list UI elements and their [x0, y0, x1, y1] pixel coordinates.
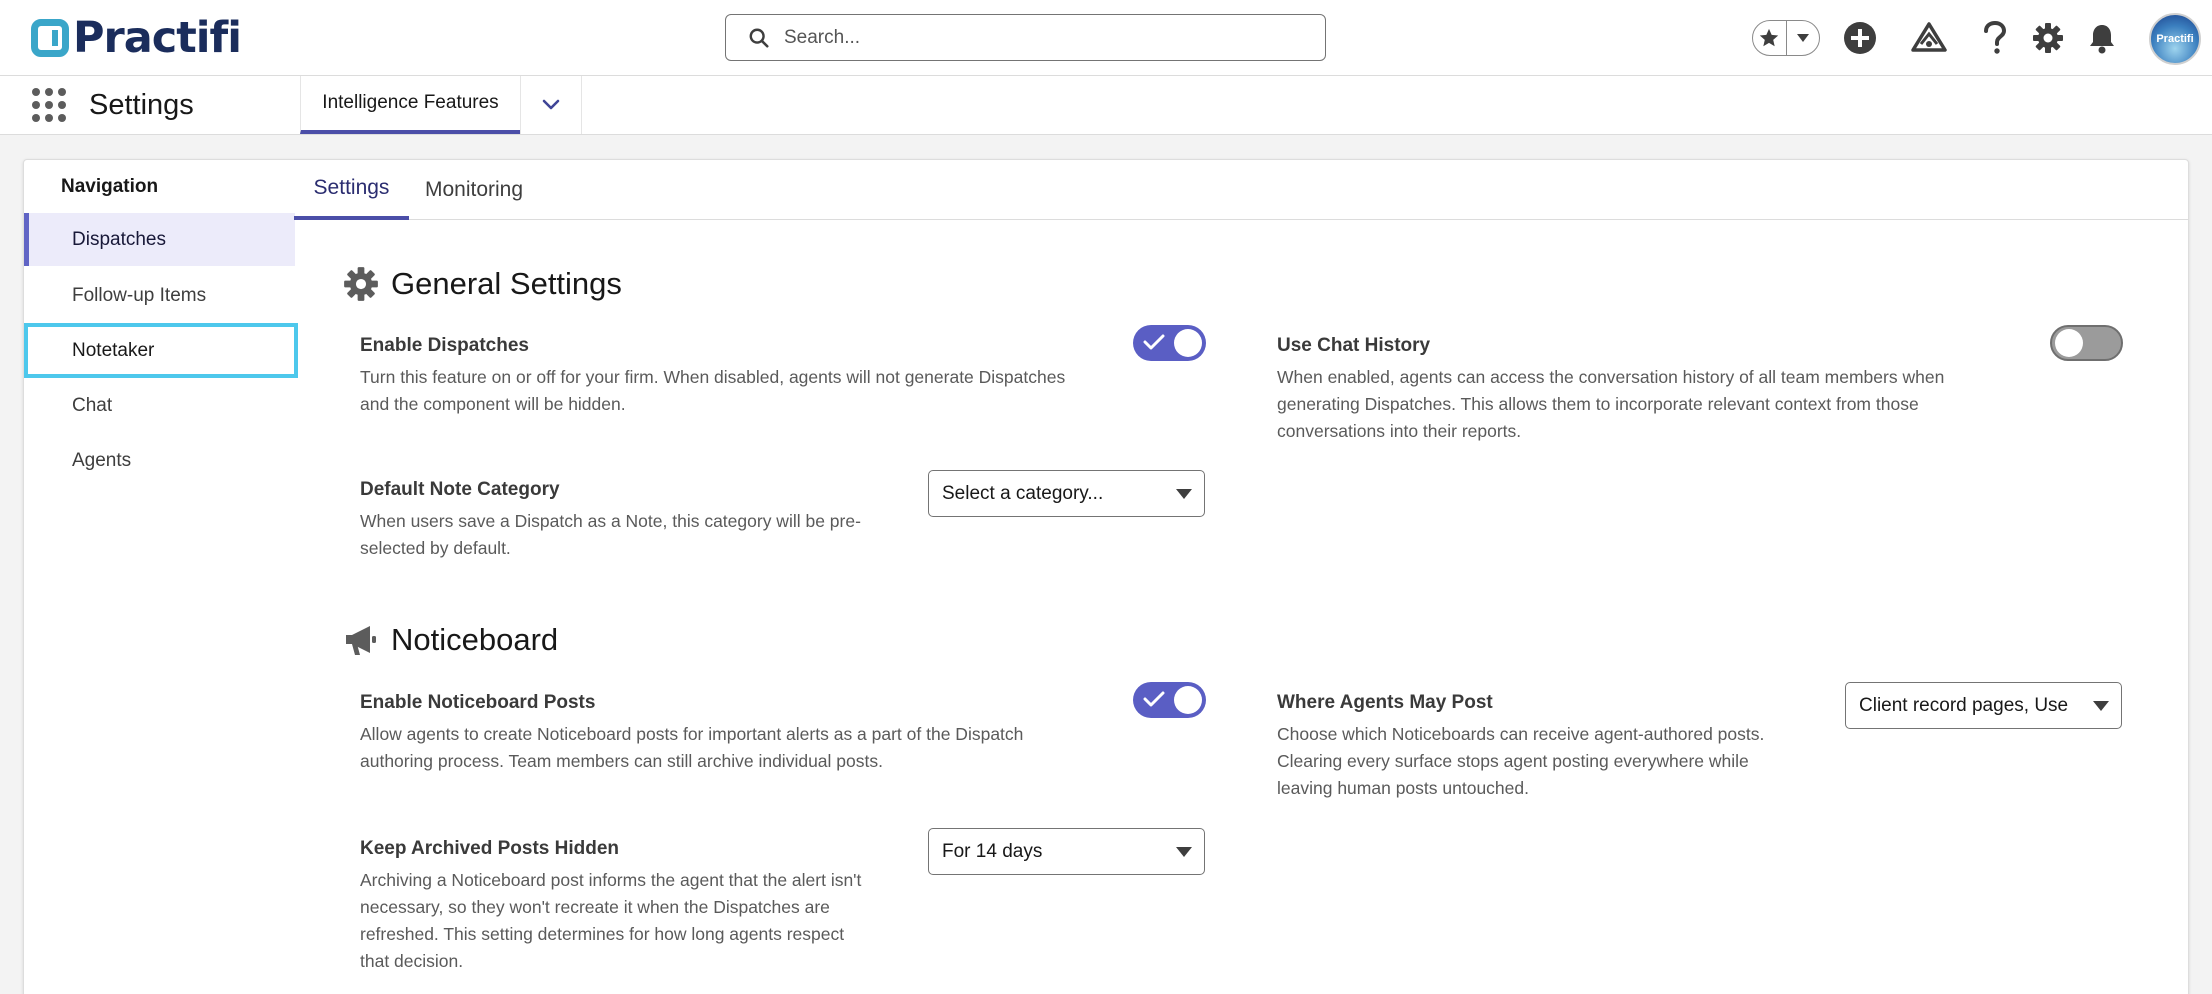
where-agents-may-post-description: Choose which Noticeboards can receive ag…	[1277, 721, 1764, 802]
favorites-dropdown-button[interactable]	[1785, 21, 1819, 55]
checkmark-icon	[1143, 334, 1165, 350]
app-title: Settings	[89, 89, 194, 121]
nav-item-agents[interactable]: Agents	[24, 434, 295, 487]
enable-noticeboard-posts-toggle[interactable]	[1133, 682, 1206, 718]
tab-settings[interactable]: Settings	[294, 160, 409, 220]
user-avatar[interactable]: Practifi	[2149, 13, 2201, 65]
use-chat-history-label: Use Chat History	[1277, 335, 1431, 356]
description-line: leaving human posts untouched.	[1277, 778, 1529, 798]
keep-archived-posts-hidden-description: Archiving a Noticeboard post informs the…	[360, 867, 861, 975]
description-line: Archiving a Noticeboard post informs the…	[360, 870, 862, 890]
setup-button[interactable]	[2028, 18, 2068, 58]
nav-item-notetaker[interactable]: Notetaker	[24, 323, 298, 378]
practifi-logo-icon	[31, 19, 69, 57]
description-line: and the component will be hidden.	[360, 394, 626, 414]
search-icon	[749, 28, 769, 48]
noticeboard-title: Noticeboard	[391, 622, 559, 657]
checkmark-icon	[1143, 691, 1165, 707]
logo-text: Practifi	[73, 13, 242, 63]
practifi-logo[interactable]: Practifi	[31, 13, 242, 63]
setup-gear-icon	[2033, 23, 2063, 53]
enable-noticeboard-posts-description: Allow agents to create Noticeboard posts…	[360, 721, 1023, 775]
enable-dispatches-toggle[interactable]	[1133, 325, 1206, 361]
enable-dispatches-description: Turn this feature on or off for your fir…	[360, 364, 1065, 418]
global-header: Practifi Practifi	[0, 0, 2212, 76]
keep-archived-posts-hidden-label: Keep Archived Posts Hidden	[360, 838, 620, 859]
notifications-button[interactable]	[2082, 18, 2122, 58]
settings-card: Navigation Dispatches Follow-up Items No…	[23, 159, 2189, 994]
description-line: When enabled, agents can access the conv…	[1277, 367, 1945, 387]
favorites-button[interactable]	[1753, 21, 1786, 55]
where-agents-may-post-label: Where Agents May Post	[1277, 692, 1493, 713]
caret-down-icon	[1176, 489, 1192, 499]
nav-item-chat[interactable]: Chat	[24, 379, 295, 432]
default-note-category-description: When users save a Dispatch as a Note, th…	[360, 508, 861, 562]
default-note-category-label: Default Note Category	[360, 479, 560, 500]
add-icon	[1844, 22, 1876, 54]
description-line: When users save a Dispatch as a Note, th…	[360, 511, 861, 531]
description-line: Choose which Noticeboards can receive ag…	[1277, 724, 1765, 744]
description-line: conversations into their reports.	[1277, 421, 1522, 441]
description-line: generating Dispatches. This allows them …	[1277, 394, 1919, 414]
where-agents-may-post-select[interactable]: Client record pages, Use	[1845, 682, 2122, 729]
description-line: necessary, so they won't recreate it whe…	[360, 897, 830, 917]
notification-bell-icon	[2090, 25, 2114, 54]
description-line: Turn this feature on or off for your fir…	[360, 367, 1066, 387]
app-navigation-bar: Settings Intelligence Features	[0, 76, 2212, 135]
trailhead-icon	[1911, 22, 1947, 52]
toggle-knob	[2055, 329, 2083, 357]
use-chat-history-toggle[interactable]	[2050, 325, 2123, 361]
enable-noticeboard-posts-label: Enable Noticeboard Posts	[360, 692, 596, 713]
favorites-dropdown-icon	[1796, 34, 1809, 42]
favorites-star-icon	[1760, 28, 1779, 47]
subtab-bar: Settings Monitoring	[294, 160, 2189, 220]
select-value: For 14 days	[942, 840, 1043, 862]
description-line: refreshed. This setting determines for h…	[360, 924, 845, 944]
search-input[interactable]	[784, 26, 1284, 49]
description-line: that decision.	[360, 951, 464, 971]
help-button[interactable]	[1975, 18, 2015, 58]
description-line: authoring process. Team members can stil…	[360, 751, 883, 771]
use-chat-history-description: When enabled, agents can access the conv…	[1277, 364, 1944, 445]
favorites-group	[1752, 20, 1820, 56]
enable-dispatches-label: Enable Dispatches	[360, 335, 529, 356]
caret-down-icon	[1176, 847, 1192, 857]
select-value: Select a category...	[942, 482, 1104, 504]
help-icon	[1984, 21, 2007, 54]
keep-archived-posts-hidden-select[interactable]: For 14 days	[928, 828, 1205, 875]
description-line: Clearing every surface stops agent posti…	[1277, 751, 1749, 771]
tab-menu-button[interactable]	[520, 76, 582, 134]
trailhead-button[interactable]	[1909, 18, 1949, 58]
avatar-logo-text: Practifi	[2156, 33, 2194, 45]
toggle-knob	[1174, 686, 1202, 714]
description-line: selected by default.	[360, 538, 511, 558]
tab-monitoring[interactable]: Monitoring	[409, 160, 539, 220]
toggle-knob	[1174, 329, 1202, 357]
tab-intelligence-features[interactable]: Intelligence Features	[300, 76, 520, 134]
select-value: Client record pages, Use	[1859, 694, 2069, 716]
chevron-down-icon	[542, 99, 560, 110]
gear-icon	[344, 267, 378, 301]
caret-down-icon	[2093, 701, 2109, 711]
general-settings-title: General Settings	[391, 266, 622, 301]
global-search[interactable]	[725, 14, 1326, 61]
app-launcher-icon[interactable]	[32, 88, 66, 122]
noticeboard-heading: Noticeboard	[343, 622, 558, 658]
nav-item-follow-up-items[interactable]: Follow-up Items	[24, 269, 295, 322]
global-actions-button[interactable]	[1840, 18, 1880, 58]
nav-item-dispatches[interactable]: Dispatches	[24, 213, 295, 266]
description-line: Allow agents to create Noticeboard posts…	[360, 724, 1024, 744]
navigation-heading: Navigation	[61, 176, 159, 197]
default-note-category-select[interactable]: Select a category...	[928, 470, 1205, 517]
general-settings-heading: General Settings	[343, 266, 622, 302]
megaphone-icon	[346, 626, 376, 655]
